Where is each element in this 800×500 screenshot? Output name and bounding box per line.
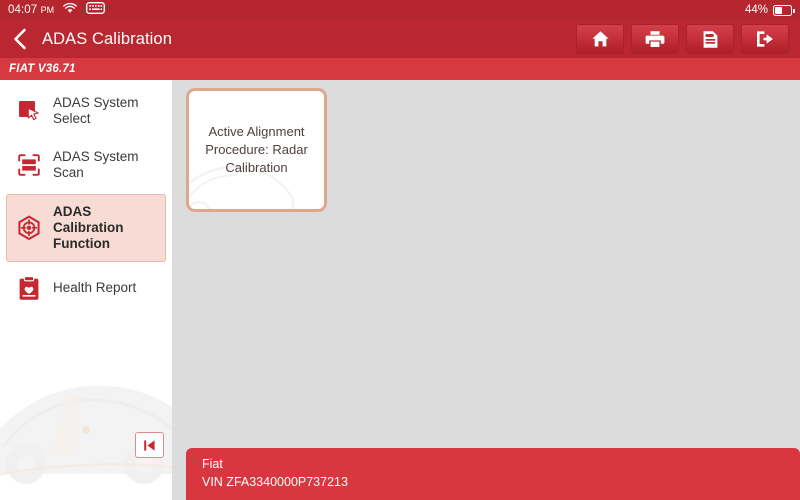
adas-report-icon (702, 30, 719, 49)
vehicle-software-label: FIAT V36.71 (9, 63, 76, 75)
keyboard-icon (86, 1, 105, 19)
print-button[interactable] (631, 24, 679, 54)
status-bar-right: 44% (745, 4, 792, 16)
sidebar-item-adas-calibration-function[interactable]: ADAS Calibration Function (6, 194, 166, 262)
app-header: ADAS Calibration (0, 20, 800, 58)
home-icon (591, 30, 610, 48)
sidebar-item-label: ADAS System Select (53, 95, 158, 127)
battery-percent-label: 44% (745, 4, 768, 16)
calibration-function-card[interactable]: Active Alignment Procedure: Radar Calibr… (186, 88, 327, 212)
vehicle-info-bar: Fiat VIN ZFA3340000P737213 (186, 448, 800, 500)
calibration-function-grid: Active Alignment Procedure: Radar Calibr… (186, 88, 800, 212)
sidebar-item-adas-system-select[interactable]: ADAS System Select (6, 86, 166, 136)
clock-time: 04:07 (8, 4, 37, 16)
back-button[interactable] (0, 20, 40, 58)
clock: 04:07 PM (8, 4, 54, 16)
status-bar-left: 04:07 PM (8, 1, 105, 19)
calibration-function-label: Active Alignment Procedure: Radar Calibr… (197, 123, 316, 177)
page-title: ADAS Calibration (42, 30, 172, 49)
body-area: ADAS System Select ADAS System Sc (0, 80, 800, 500)
printer-icon (645, 30, 665, 48)
sidebar-menu: ADAS System Select ADAS System Sc (0, 80, 172, 310)
header-toolbar (576, 24, 800, 54)
battery-icon (773, 5, 792, 16)
home-button[interactable] (576, 24, 624, 54)
back-chevron-icon (12, 28, 28, 50)
cursor-select-icon (16, 98, 42, 124)
car-watermark-image (0, 338, 172, 498)
sidebar-item-label: ADAS System Scan (53, 149, 158, 181)
vehicle-make-label: Fiat (202, 456, 800, 473)
sidebar: ADAS System Select ADAS System Sc (0, 80, 172, 500)
skip-back-icon (142, 438, 157, 453)
scan-frame-icon (16, 152, 42, 178)
sidebar-collapse-button[interactable] (135, 432, 164, 458)
sidebar-item-label: ADAS Calibration Function (53, 204, 157, 252)
clock-ampm: PM (41, 5, 55, 15)
vehicle-software-bar: FIAT V36.71 (0, 58, 800, 80)
exit-button[interactable] (741, 24, 789, 54)
report-button[interactable] (686, 24, 734, 54)
wifi-icon (63, 1, 77, 19)
exit-icon (755, 30, 775, 48)
sidebar-item-adas-system-scan[interactable]: ADAS System Scan (6, 140, 166, 190)
sidebar-item-label: Health Report (53, 280, 136, 296)
sidebar-item-health-report[interactable]: Health Report (6, 266, 166, 310)
clipboard-heart-icon (16, 275, 42, 301)
crosshair-target-icon (16, 215, 42, 241)
adas-calibration-screen: 04:07 PM (0, 0, 800, 500)
system-status-bar: 04:07 PM (0, 0, 800, 20)
vehicle-vin-label: VIN ZFA3340000P737213 (202, 473, 800, 491)
main-content: Active Alignment Procedure: Radar Calibr… (172, 80, 800, 500)
